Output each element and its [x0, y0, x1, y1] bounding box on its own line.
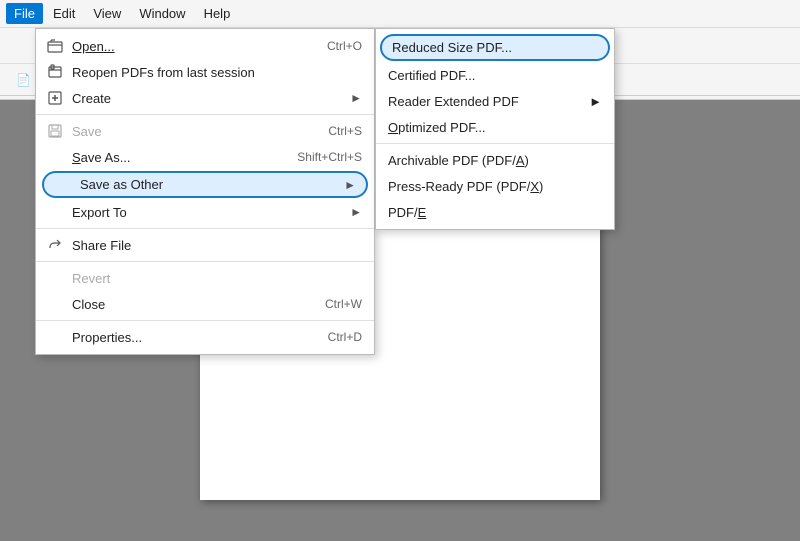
save-as-shortcut: Shift+Ctrl+S [297, 150, 362, 164]
separator-4 [36, 320, 374, 321]
reader-extended-label: Reader Extended PDF [388, 94, 519, 109]
submenu-item-certified[interactable]: Certified PDF... [376, 62, 614, 88]
menu-edit[interactable]: Edit [45, 3, 83, 24]
optimized-pdf-label: Optimized PDF... [388, 120, 486, 135]
create-icon [46, 89, 64, 107]
menu-item-share[interactable]: Share File [36, 232, 374, 258]
submenu-separator-1 [376, 143, 614, 144]
create-arrow: ► [350, 91, 362, 105]
file-menu-dropdown: Open... Ctrl+O Reopen PDFs from last ses… [35, 28, 375, 355]
reduce-size-icon: 📄 [16, 73, 31, 87]
close-label: Close [72, 297, 105, 312]
menu-item-export-to[interactable]: Export To ► [36, 199, 374, 225]
revert-icon [46, 269, 64, 287]
save-as-other-submenu: Reduced Size PDF... Certified PDF... Rea… [375, 28, 615, 230]
save-shortcut: Ctrl+S [328, 124, 362, 138]
menu-item-close[interactable]: Close Ctrl+W [36, 291, 374, 317]
menu-item-properties[interactable]: Properties... Ctrl+D [36, 324, 374, 350]
menu-item-save-as[interactable]: Save As... Shift+Ctrl+S [36, 144, 374, 170]
menu-help[interactable]: Help [196, 3, 239, 24]
export-icon [46, 203, 64, 221]
save-as-other-icon [54, 176, 72, 194]
properties-label: Properties... [72, 330, 142, 345]
pdfe-label: PDF/E [388, 205, 426, 220]
share-icon [46, 236, 64, 254]
submenu-item-optimized[interactable]: Optimized PDF... [376, 114, 614, 140]
export-to-label: Export To [72, 205, 127, 220]
submenu-item-pdfe[interactable]: PDF/E [376, 199, 614, 225]
close-icon [46, 295, 64, 313]
properties-shortcut: Ctrl+D [328, 330, 362, 344]
save-as-other-wrapper: Save as Other ► [36, 171, 374, 198]
save-as-label: Save As... [72, 150, 131, 165]
open-label: Open... [72, 39, 115, 54]
archivable-pdf-label: Archivable PDF (PDF/A) [388, 153, 529, 168]
menu-window[interactable]: Window [131, 3, 193, 24]
separator-2 [36, 228, 374, 229]
menu-item-save-as-other[interactable]: Save as Other ► [42, 171, 368, 198]
menu-file[interactable]: File [6, 3, 43, 24]
menu-item-reopen[interactable]: Reopen PDFs from last session [36, 59, 374, 85]
submenu-item-reader-extended[interactable]: Reader Extended PDF ► [376, 88, 614, 114]
share-label: Share File [72, 238, 131, 253]
menu-view[interactable]: View [85, 3, 129, 24]
menubar: File Edit View Window Help [0, 0, 800, 28]
export-to-arrow: ► [350, 205, 362, 219]
save-as-other-arrow: ► [344, 178, 356, 192]
reopen-icon [46, 63, 64, 81]
submenu-item-reduced[interactable]: Reduced Size PDF... [380, 34, 610, 61]
menu-item-create[interactable]: Create ► [36, 85, 374, 111]
open-icon [46, 37, 64, 55]
certified-pdf-label: Certified PDF... [388, 68, 475, 83]
reduced-pdf-wrapper: Reduced Size PDF... [380, 34, 610, 61]
revert-label: Revert [72, 271, 110, 286]
open-shortcut: Ctrl+O [327, 39, 362, 53]
submenu-item-press-ready[interactable]: Press-Ready PDF (PDF/X) [376, 173, 614, 199]
reopen-label: Reopen PDFs from last session [72, 65, 255, 80]
submenu-item-archivable[interactable]: Archivable PDF (PDF/A) [376, 147, 614, 173]
close-shortcut: Ctrl+W [325, 297, 362, 311]
menu-item-open[interactable]: Open... Ctrl+O [36, 33, 374, 59]
create-label: Create [72, 91, 111, 106]
menu-item-save[interactable]: Save Ctrl+S [36, 118, 374, 144]
separator-1 [36, 114, 374, 115]
save-icon [46, 122, 64, 140]
menu-item-revert[interactable]: Revert [36, 265, 374, 291]
properties-icon [46, 328, 64, 346]
reduced-pdf-label: Reduced Size PDF... [392, 40, 512, 55]
save-as-icon [46, 148, 64, 166]
reader-extended-arrow: ► [589, 94, 602, 109]
save-label: Save [72, 124, 102, 139]
save-as-other-label: Save as Other [80, 177, 163, 192]
press-ready-pdf-label: Press-Ready PDF (PDF/X) [388, 179, 543, 194]
separator-3 [36, 261, 374, 262]
